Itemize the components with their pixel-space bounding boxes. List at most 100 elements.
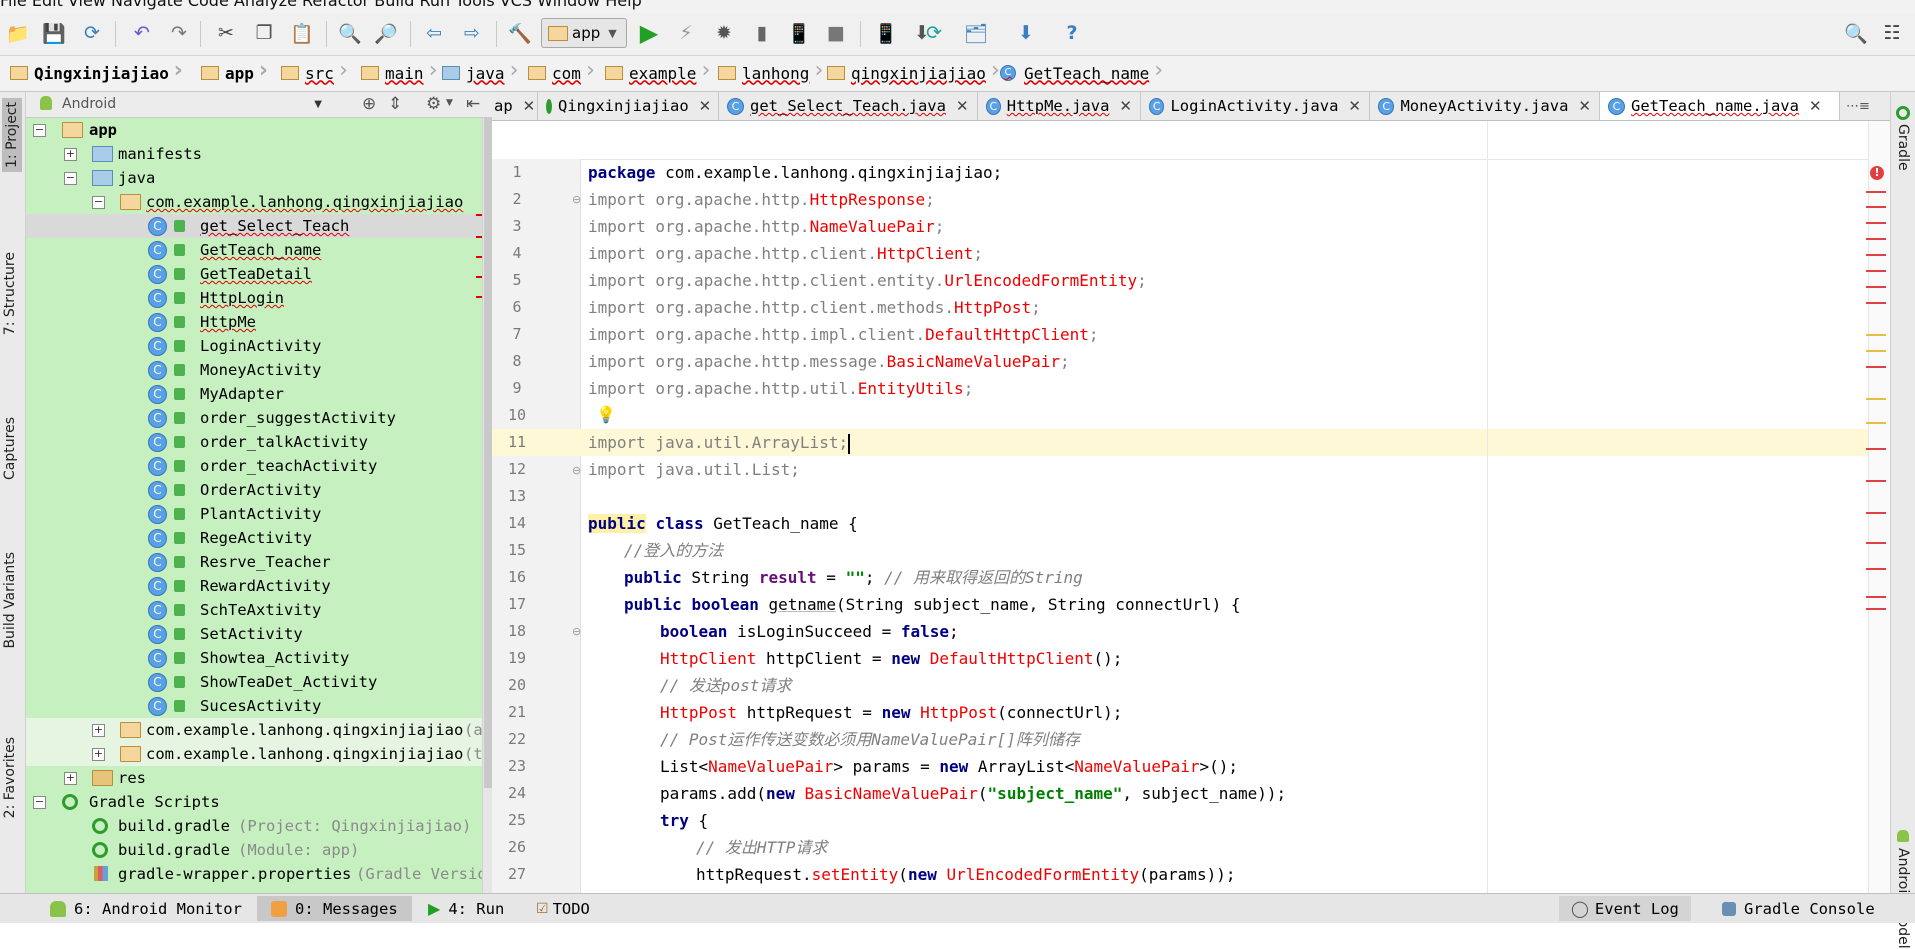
avd-manager-icon[interactable]: 📱 [872, 19, 900, 47]
close-icon[interactable]: ✕ [1578, 97, 1591, 115]
gradle-sync-icon[interactable]: ⟳ [920, 19, 948, 47]
project-structure-icon[interactable]: 🗂 [962, 19, 990, 47]
open-folder-icon[interactable]: 📁 [4, 19, 32, 47]
error-marker[interactable] [1866, 206, 1886, 208]
chevron-down-icon[interactable]: ▼ [446, 98, 453, 108]
tab-captures[interactable]: Captures [2, 417, 18, 480]
error-marker[interactable] [1866, 608, 1886, 610]
tree-item-class[interactable]: C order_talkActivity [26, 430, 482, 454]
undo-icon[interactable]: ↶ [128, 19, 156, 47]
tab-build-variants[interactable]: Build Variants [2, 552, 18, 649]
stop-icon[interactable]: ■ [822, 19, 850, 47]
collapse-icon[interactable]: − [33, 123, 46, 137]
tab-gradle[interactable]: Gradle [1895, 124, 1911, 171]
project-view-selector[interactable]: Android ▼ [62, 93, 322, 115]
tree-item-build-gradle[interactable]: build.gradle (Module: app) [26, 838, 482, 862]
breadcrumb-item[interactable]: C GetTeach_name › [1000, 58, 1163, 85]
tree-item-class[interactable]: C GetTeach_name [26, 238, 482, 262]
tree-item-class[interactable]: C get_Select_Teach [26, 214, 482, 238]
tree-item-class[interactable]: C HttpMe [26, 310, 482, 334]
tree-item-gradle-scripts[interactable]: − Gradle Scripts [26, 790, 482, 814]
tree-item-class[interactable]: C RewardActivity [26, 574, 482, 598]
warning-marker[interactable] [1866, 398, 1886, 400]
tree-item-class[interactable]: C OrderActivity [26, 478, 482, 502]
tab-todo[interactable]: ☑ TODO [528, 896, 598, 921]
tab-file-active[interactable]: C GetTeach_name.java ✕ [1600, 92, 1840, 120]
error-marker[interactable] [1866, 448, 1886, 450]
tab-file[interactable]: C MoneyActivity.java ✕ [1370, 92, 1600, 120]
breadcrumb-item[interactable]: qingxinjiajiao › [827, 58, 1000, 85]
error-stripe[interactable] [1868, 121, 1891, 893]
tab-android-monitor[interactable]: 6: Android Monitor [42, 896, 250, 921]
attach-debugger-icon[interactable]: 📱 [785, 19, 813, 47]
warning-marker[interactable] [1866, 422, 1886, 424]
sync-icon[interactable]: ⟳ [78, 19, 106, 47]
download-icon[interactable]: ⬇ [1012, 19, 1040, 47]
breadcrumb-item[interactable]: lanhong › [718, 58, 823, 85]
paste-icon[interactable]: 📋 [288, 19, 316, 47]
gear-icon[interactable]: ⚙ [426, 94, 441, 114]
tab-file[interactable]: C LoginActivity.java ✕ [1141, 92, 1370, 120]
tab-run[interactable]: ▶ 4: Run [420, 896, 512, 921]
find-icon[interactable]: 🔍 [336, 19, 364, 47]
breadcrumb-item[interactable]: example › [605, 58, 710, 85]
fold-icon[interactable]: ⊖ [572, 625, 581, 638]
tree-item-class[interactable]: C MyAdapter [26, 382, 482, 406]
copy-icon[interactable]: ❐ [250, 19, 278, 47]
breadcrumb-item[interactable]: com › [528, 58, 595, 85]
tab-file[interactable]: Qingxinjiajiao ✕ [538, 92, 719, 120]
error-marker[interactable] [1866, 542, 1886, 544]
tab-structure[interactable]: 7: Structure [2, 252, 18, 335]
tree-item-class[interactable]: C Showtea_Activity [26, 646, 482, 670]
close-icon[interactable]: ✕ [956, 97, 969, 115]
collapse-icon[interactable]: − [64, 171, 77, 185]
collapse-icon[interactable]: − [33, 795, 46, 809]
expand-icon[interactable]: + [92, 723, 105, 737]
error-marker[interactable] [1866, 512, 1886, 514]
lightbulb-icon[interactable]: 💡 [596, 405, 616, 424]
run-icon[interactable]: ▶ [635, 19, 663, 47]
error-marker[interactable] [1866, 302, 1886, 304]
tree-item-res[interactable]: + res [26, 766, 482, 790]
error-marker[interactable] [1866, 596, 1886, 598]
breadcrumb-item[interactable]: src › [281, 58, 348, 85]
settings-icon[interactable]: ☷ [1878, 19, 1906, 47]
profile-icon[interactable]: ▮ [748, 19, 776, 47]
tab-overflow-menu[interactable]: ⋯≡ [1840, 92, 1888, 120]
error-marker[interactable] [1866, 568, 1886, 570]
cut-icon[interactable]: ✂ [212, 19, 240, 47]
search-everywhere-icon[interactable]: 🔍 [1842, 19, 1870, 47]
close-icon[interactable]: ✕ [699, 97, 712, 115]
hide-panel-icon[interactable]: ⇤ [466, 94, 480, 114]
breadcrumb-item[interactable]: app › [201, 58, 268, 85]
expand-icon[interactable]: + [64, 771, 77, 785]
tree-item-java[interactable]: − java [26, 166, 482, 190]
tree-item-class[interactable]: C SetActivity [26, 622, 482, 646]
close-icon[interactable]: ✕ [523, 97, 536, 115]
error-marker[interactable] [1866, 238, 1886, 240]
make-project-icon[interactable]: 🔨 [506, 19, 534, 47]
run-config-selector[interactable]: app ▼ [541, 18, 627, 48]
tree-item-class[interactable]: C SucesActivity [26, 694, 482, 718]
tree-item-class[interactable]: C Resrve_Teacher [26, 550, 482, 574]
tree-item-class[interactable]: C RegeActivity [26, 526, 482, 550]
breadcrumb-item[interactable]: main › [361, 58, 438, 85]
collapse-icon[interactable]: − [92, 195, 105, 209]
expand-icon[interactable]: + [64, 147, 77, 161]
tree-item-class[interactable]: C LoginActivity [26, 334, 482, 358]
tree-item-class[interactable]: C GetTeaDetail [26, 262, 482, 286]
tree-item-class[interactable]: C order_teachActivity [26, 454, 482, 478]
redo-icon[interactable]: ↷ [165, 19, 193, 47]
error-marker[interactable] [1866, 191, 1886, 193]
apply-changes-icon[interactable]: ⚡ [672, 19, 700, 47]
save-icon[interactable]: 💾 [40, 19, 68, 47]
tree-item-package[interactable]: + com.example.lanhong.qingxinjiajiao (an… [26, 718, 482, 742]
tree-item-class[interactable]: C HttpLogin [26, 286, 482, 310]
warning-marker[interactable] [1866, 350, 1886, 352]
breadcrumb-item[interactable]: Qingxinjiajiao › [10, 58, 183, 85]
error-marker[interactable] [1866, 366, 1886, 368]
error-marker[interactable] [1866, 480, 1886, 482]
error-indicator-icon[interactable]: ! [1870, 166, 1884, 180]
tree-item-class[interactable]: C ShowTeaDet_Activity [26, 670, 482, 694]
locate-icon[interactable]: ⊕ [362, 94, 376, 114]
